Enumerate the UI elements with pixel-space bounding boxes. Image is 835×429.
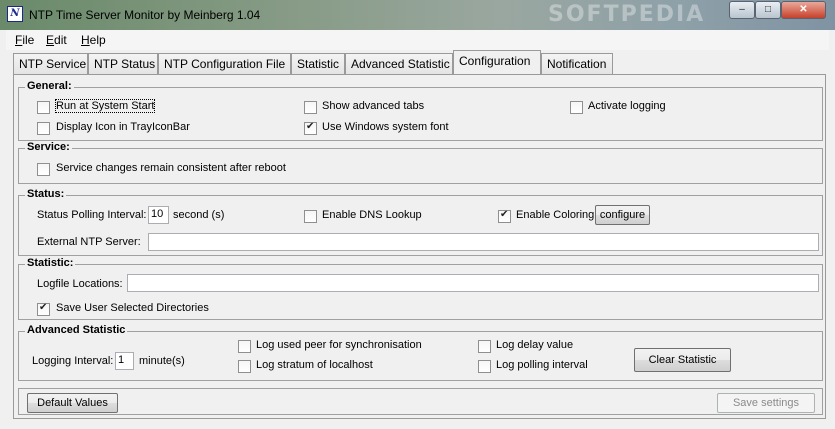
run-at-start-checkbox[interactable] (37, 101, 50, 114)
general-title: General: (25, 80, 74, 92)
tab-ntp-service[interactable]: NTP Service (13, 53, 88, 74)
external-ntp-server-input[interactable] (148, 233, 819, 251)
tab-ntp-status[interactable]: NTP Status (88, 53, 158, 74)
default-values-button[interactable]: Default Values (27, 393, 118, 413)
maximize-button[interactable]: □ (755, 1, 781, 19)
display-icon-checkbox[interactable] (37, 122, 50, 135)
tab-configuration[interactable]: Configuration (453, 50, 541, 74)
tab-ntp-configuration-file[interactable]: NTP Configuration File (158, 53, 291, 74)
clear-statistic-button[interactable]: Clear Statistic (634, 348, 731, 372)
advanced-statistic-title: Advanced Statistic (25, 324, 128, 336)
log-delay-label[interactable]: Log delay value (496, 339, 573, 351)
window-title: NTP Time Server Monitor by Meinberg 1.04 (29, 8, 261, 22)
statistic-group: Statistic: Logfile Locations: Save User … (18, 257, 823, 320)
polling-interval-label: Status Polling Interval: (37, 209, 147, 221)
coloring-label[interactable]: Enable Coloring (516, 209, 594, 221)
tab-advanced-statistic[interactable]: Advanced Statistic (345, 53, 453, 74)
dns-lookup-label[interactable]: Enable DNS Lookup (322, 209, 422, 221)
service-title: Service: (25, 141, 72, 153)
logging-interval-unit: minute(s) (139, 355, 185, 367)
service-consistent-checkbox[interactable] (37, 163, 50, 176)
general-group: General: Run at System Start Display Ico… (18, 80, 823, 141)
meinberg-app-icon[interactable]: N (7, 6, 23, 22)
logging-interval-input[interactable]: 1 (115, 352, 134, 370)
close-button[interactable]: ✕ (781, 1, 826, 19)
tab-statistic[interactable]: Statistic (291, 53, 345, 74)
coloring-checkbox[interactable] (498, 209, 511, 223)
log-peer-label[interactable]: Log used peer for synchronisation (256, 339, 422, 351)
configure-button[interactable]: configure (595, 205, 650, 225)
use-windows-font-label[interactable]: Use Windows system font (322, 121, 449, 133)
polling-interval-input[interactable]: 10 (148, 206, 169, 224)
menu-help[interactable]: Help (81, 33, 106, 47)
statistic-title: Statistic: (25, 257, 76, 269)
activate-logging-checkbox[interactable] (570, 101, 583, 114)
advanced-statistic-group: Advanced Statistic Logging Interval: 1 m… (18, 324, 823, 381)
softpedia-watermark: SOFTPEDIA (548, 2, 706, 27)
logfile-locations-input[interactable] (127, 274, 819, 292)
log-stratum-label[interactable]: Log stratum of localhost (256, 359, 373, 371)
tab-notification[interactable]: Notification (541, 53, 613, 74)
log-peer-checkbox[interactable] (238, 340, 251, 353)
use-windows-font-checkbox[interactable] (304, 121, 317, 135)
main-window: N NTP Time Server Monitor by Meinberg 1.… (0, 0, 835, 429)
save-settings-button[interactable]: Save settings (717, 393, 815, 413)
save-dirs-label[interactable]: Save User Selected Directories (56, 302, 209, 314)
show-advanced-tabs-label[interactable]: Show advanced tabs (322, 100, 424, 112)
log-delay-checkbox[interactable] (478, 340, 491, 353)
menu-bar: File Edit Help (6, 30, 829, 50)
status-group: Status: Status Polling Interval: 10 seco… (18, 188, 823, 256)
log-polling-label[interactable]: Log polling interval (496, 359, 588, 371)
menu-file[interactable]: File (15, 33, 34, 47)
log-polling-checkbox[interactable] (478, 360, 491, 373)
save-dirs-checkbox[interactable] (37, 302, 50, 316)
external-ntp-server-label: External NTP Server: (37, 236, 141, 248)
show-advanced-tabs-checkbox[interactable] (304, 101, 317, 114)
display-icon-label[interactable]: Display Icon in TrayIconBar (56, 121, 190, 133)
footer-bar: Default Values Save settings (18, 388, 823, 415)
logfile-locations-label: Logfile Locations: (37, 278, 123, 290)
configuration-panel: General: Run at System Start Display Ico… (13, 74, 826, 419)
title-bar[interactable]: N NTP Time Server Monitor by Meinberg 1.… (0, 0, 835, 30)
service-group: Service: Service changes remain consiste… (18, 141, 823, 184)
run-at-start-label[interactable]: Run at System Start (54, 99, 156, 113)
menu-edit[interactable]: Edit (46, 33, 67, 47)
service-consistent-label[interactable]: Service changes remain consistent after … (56, 162, 286, 174)
polling-unit-label: second (s) (173, 209, 225, 221)
status-title: Status: (25, 188, 67, 200)
logging-interval-label: Logging Interval: (32, 355, 114, 367)
dns-lookup-checkbox[interactable] (304, 210, 317, 223)
activate-logging-label[interactable]: Activate logging (588, 100, 666, 112)
minimize-button[interactable]: – (729, 1, 755, 19)
log-stratum-checkbox[interactable] (238, 360, 251, 373)
